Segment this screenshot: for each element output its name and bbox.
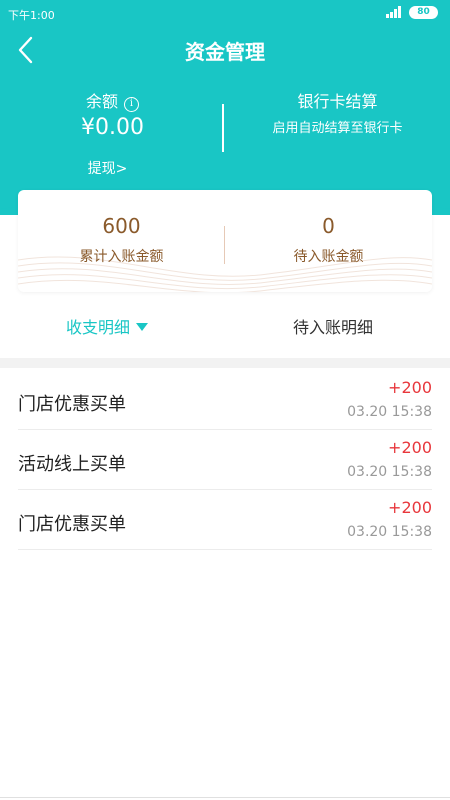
- tab-income-expense[interactable]: 收支明细: [66, 314, 149, 338]
- pending-income-label: 待入账金额: [293, 249, 364, 265]
- transaction-name: 活动线上买单: [18, 454, 126, 475]
- section-gap: [0, 358, 450, 368]
- bottom-divider: [0, 797, 450, 798]
- tab-income-expense-label: 收支明细: [66, 318, 131, 337]
- balance-value: ¥0.00: [81, 115, 144, 140]
- withdraw-link[interactable]: 提现>: [0, 158, 215, 178]
- total-income-value: 600: [102, 214, 141, 238]
- transaction-row[interactable]: 活动线上买单 +200 03.20 15:38: [18, 430, 432, 490]
- transaction-time: 03.20 15:38: [347, 464, 432, 480]
- info-icon[interactable]: i: [124, 97, 139, 112]
- transaction-amount: +200: [388, 498, 432, 517]
- balance-label-row: 余额 i: [0, 88, 225, 112]
- total-income-label: 累计入账金额: [79, 249, 164, 265]
- bank-settlement-title[interactable]: 银行卡结算: [225, 88, 450, 112]
- transaction-name: 门店优惠买单: [18, 514, 126, 535]
- header-divider: [222, 104, 224, 152]
- page-title: 资金管理: [185, 40, 265, 64]
- transaction-amount: +200: [388, 378, 432, 397]
- transaction-time: 03.20 15:38: [347, 404, 432, 420]
- stats-card: 600 累计入账金额 0 待入账金额: [18, 190, 432, 292]
- transaction-row[interactable]: 门店优惠买单 +200 03.20 15:38: [18, 490, 432, 550]
- transaction-row[interactable]: 门店优惠买单 +200 03.20 15:38: [18, 370, 432, 430]
- bank-settlement-subtitle[interactable]: 启用自动结算至银行卡: [225, 117, 450, 136]
- transaction-name: 门店优惠买单: [18, 394, 126, 415]
- tab-pending-details[interactable]: 待入账明细: [293, 314, 373, 338]
- caret-down-icon: [136, 323, 149, 331]
- status-bar: 下午1:00 80: [0, 0, 450, 28]
- battery-icon: 80: [409, 6, 438, 19]
- transaction-amount: +200: [388, 438, 432, 457]
- card-wave-decoration: [18, 256, 432, 292]
- transaction-time: 03.20 15:38: [347, 524, 432, 540]
- status-time: 下午1:00: [8, 9, 55, 22]
- pending-income-value: 0: [322, 214, 335, 238]
- signal-icon: [386, 6, 402, 18]
- balance-label: 余额: [85, 92, 118, 111]
